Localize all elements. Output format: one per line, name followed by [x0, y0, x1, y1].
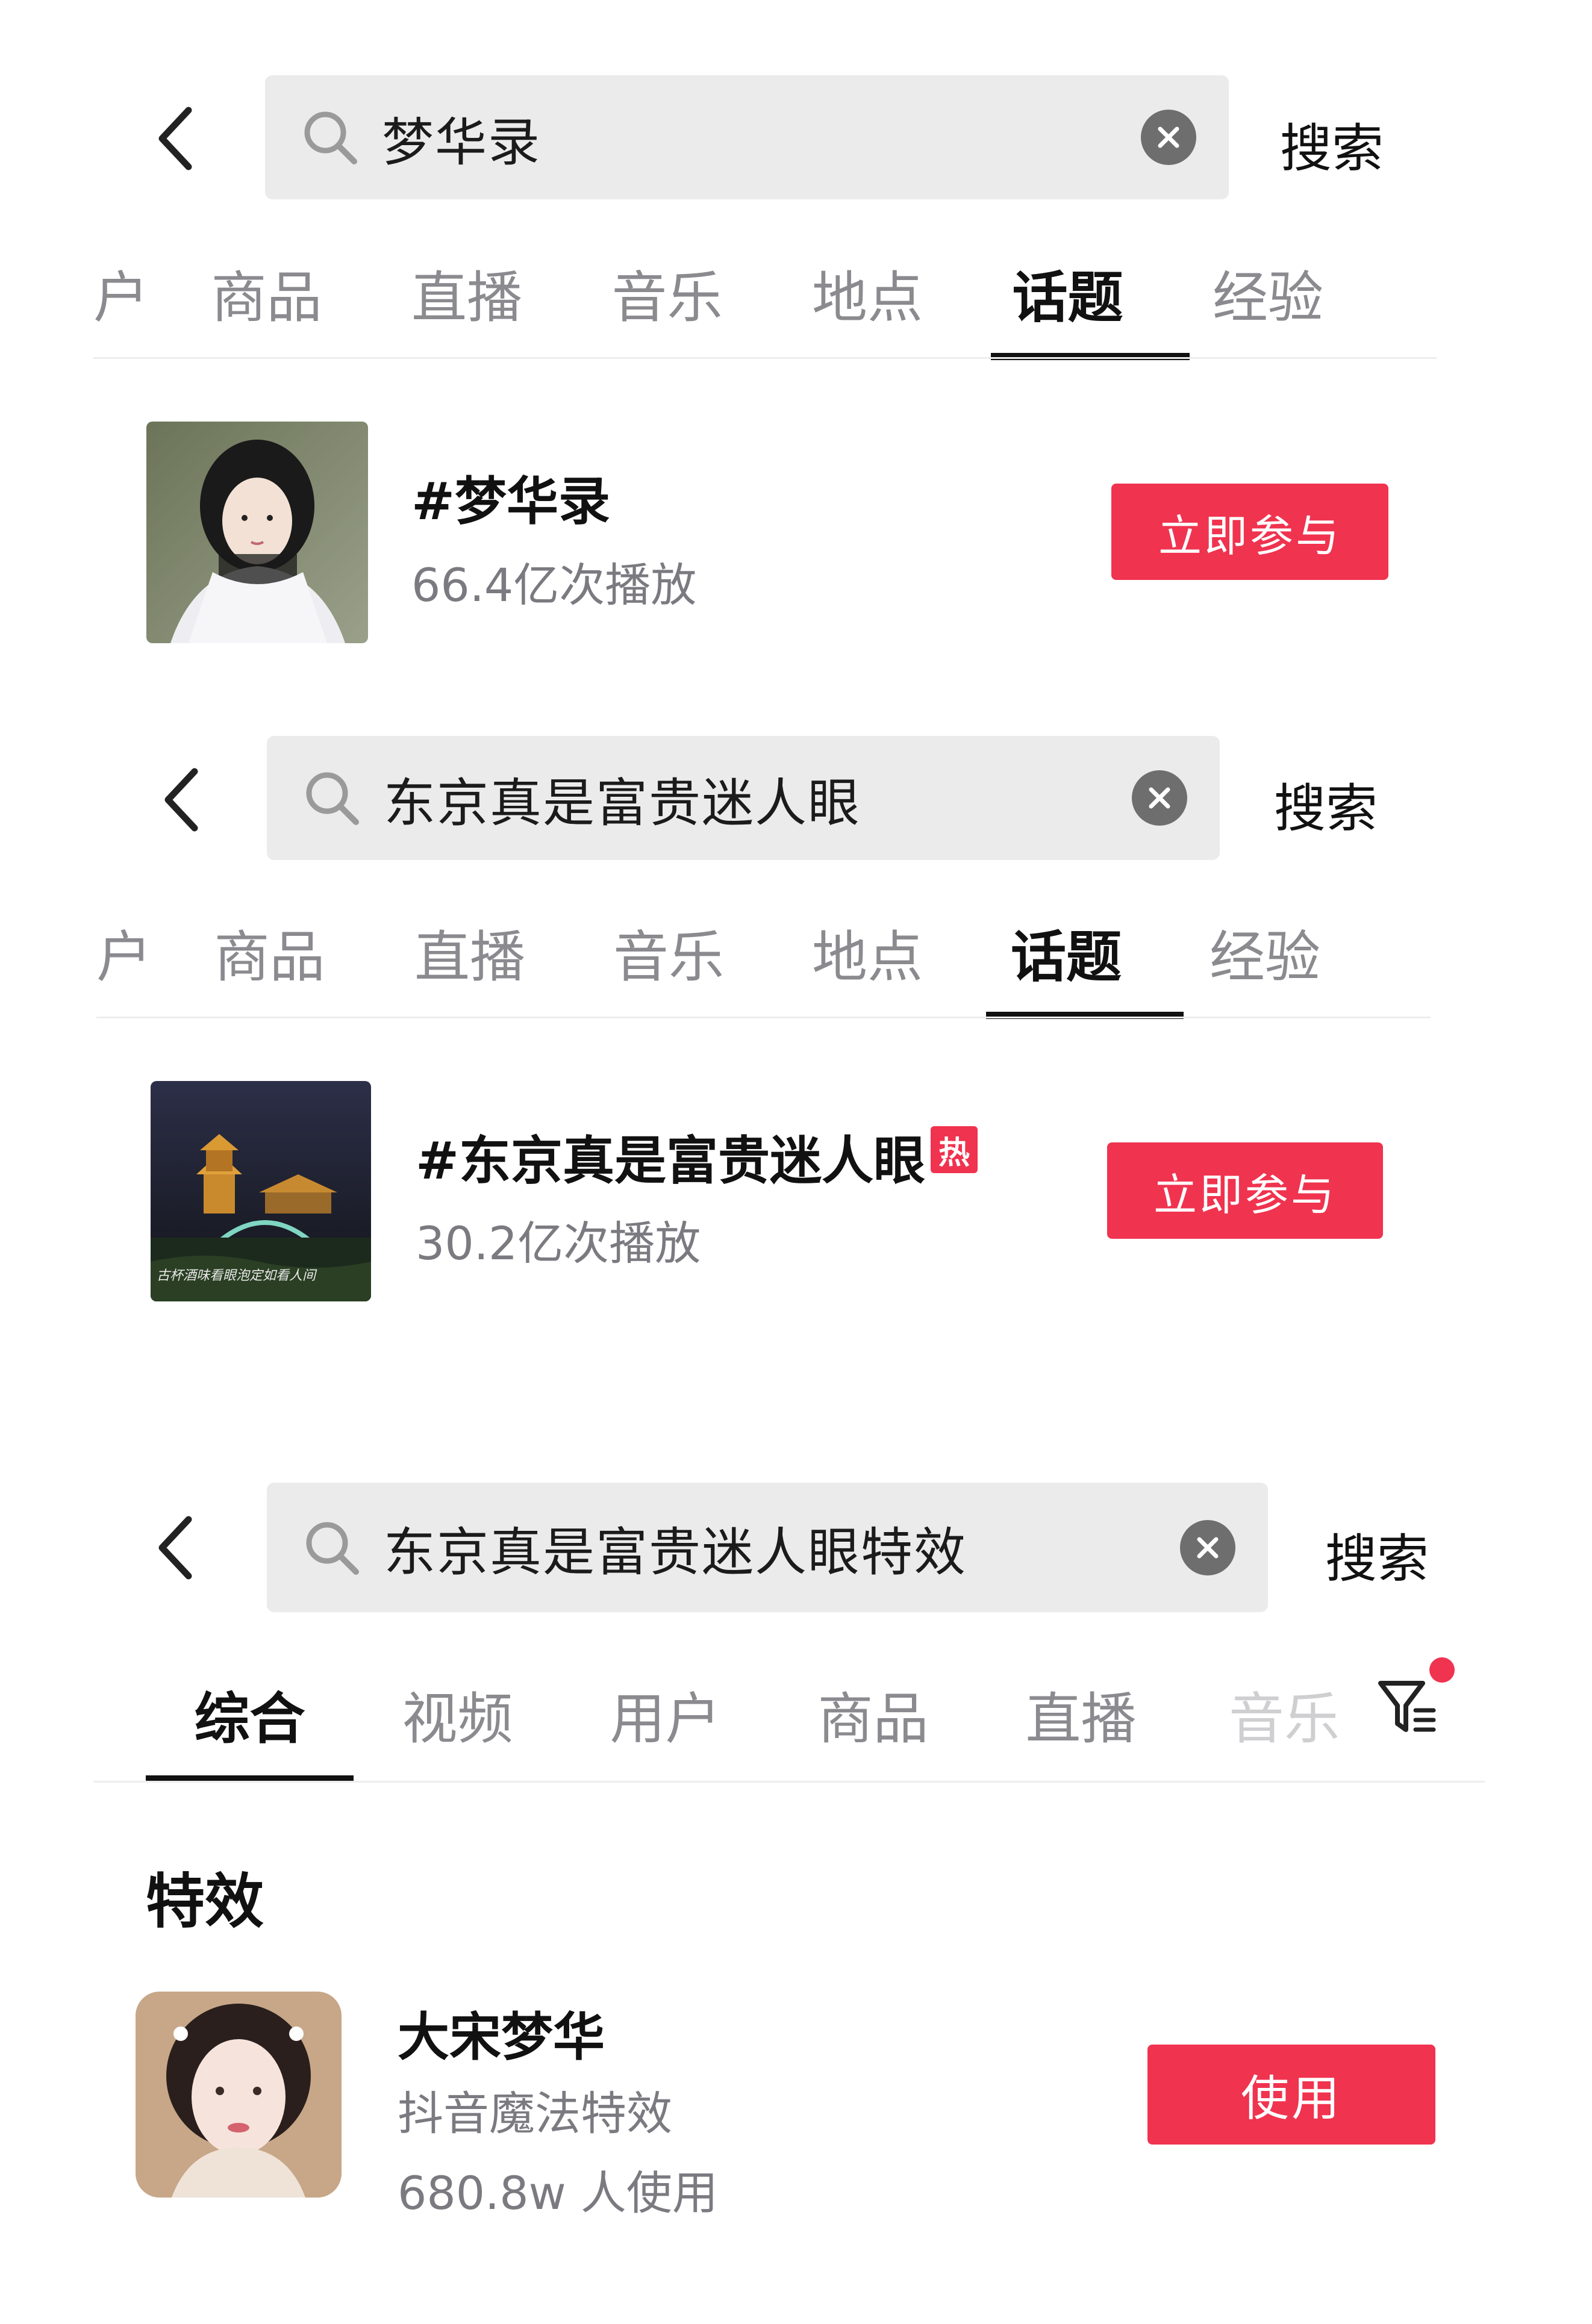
tab-overall[interactable]: 综合: [146, 1674, 354, 1754]
clear-icon[interactable]: [1132, 770, 1187, 826]
tab-music[interactable]: 音乐: [569, 912, 768, 992]
hot-badge: 热: [931, 1126, 978, 1173]
tab-products[interactable]: 商品: [166, 253, 367, 333]
tab-products[interactable]: 商品: [169, 912, 370, 992]
search-field[interactable]: 东京真是富贵迷人眼特效: [267, 1483, 1268, 1612]
search-button[interactable]: 搜索: [1325, 1516, 1429, 1592]
tab-bar: 户 商品 直播 音乐 地点 话题 经验: [93, 253, 1367, 333]
clear-icon[interactable]: [1141, 110, 1196, 165]
filter-icon[interactable]: [1375, 1674, 1441, 1740]
tab-divider: [93, 357, 1437, 359]
tab-divider: [93, 1781, 1485, 1783]
search-query[interactable]: 梦华录: [382, 100, 1141, 175]
search-field[interactable]: 东京真是富贵迷人眼: [267, 736, 1220, 860]
tab-live[interactable]: 直播: [367, 253, 566, 333]
search-query[interactable]: 东京真是富贵迷人眼特效: [384, 1510, 1180, 1585]
effect-source: 抖音魔法特效: [398, 2087, 672, 2140]
search-icon: [300, 107, 360, 167]
back-arrow-icon: [158, 1516, 192, 1580]
search-field[interactable]: 梦华录: [265, 75, 1229, 199]
tab-video[interactable]: 视频: [354, 1674, 561, 1754]
tab-live[interactable]: 直播: [977, 1674, 1185, 1754]
use-button[interactable]: 使用: [1147, 2045, 1435, 2145]
effect-title[interactable]: 大宋梦华: [398, 1995, 605, 2070]
effect-thumbnail[interactable]: [136, 1992, 342, 2198]
tab-topic[interactable]: 话题: [967, 253, 1169, 333]
back-arrow-icon: [164, 768, 198, 832]
join-button[interactable]: 立即参与: [1111, 484, 1388, 580]
tab-products[interactable]: 商品: [769, 1674, 977, 1754]
tab-music[interactable]: 音乐: [566, 253, 768, 333]
tab-bar: 户 商品 直播 音乐 地点 话题 经验: [96, 912, 1364, 992]
tab-experience[interactable]: 经验: [1166, 912, 1364, 992]
back-button[interactable]: [145, 1516, 205, 1580]
tab-divider: [96, 1017, 1431, 1018]
tab-user[interactable]: 户: [93, 253, 166, 333]
tab-place[interactable]: 地点: [768, 912, 967, 992]
tab-experience[interactable]: 经验: [1169, 253, 1367, 333]
tab-user[interactable]: 用户: [561, 1674, 769, 1754]
search-button[interactable]: 搜索: [1280, 106, 1384, 181]
search-query[interactable]: 东京真是富贵迷人眼: [384, 761, 1132, 836]
tab-topic[interactable]: 话题: [967, 912, 1166, 992]
topic-title[interactable]: #梦华录: [411, 459, 610, 534]
tab-music[interactable]: 音乐: [1185, 1674, 1384, 1754]
thumb-caption: 古杯酒味看眼泡定如看人间: [157, 1268, 317, 1283]
topic-thumbnail[interactable]: 古杯酒味看眼泡定如看人间: [151, 1081, 371, 1301]
search-button[interactable]: 搜索: [1274, 766, 1378, 841]
back-button[interactable]: [151, 768, 211, 832]
topic-title[interactable]: #东京真是富贵迷人眼: [416, 1118, 925, 1194]
join-button[interactable]: 立即参与: [1107, 1142, 1383, 1239]
topic-thumbnail[interactable]: [146, 422, 368, 643]
section-title: 特效: [146, 1868, 264, 1936]
notification-dot: [1429, 1657, 1455, 1683]
tab-place[interactable]: 地点: [768, 253, 967, 333]
search-icon: [302, 768, 362, 828]
tab-user[interactable]: 户: [96, 912, 169, 992]
topic-views: 30.2亿次播放: [416, 1217, 701, 1270]
back-button[interactable]: [145, 107, 205, 170]
clear-icon[interactable]: [1180, 1519, 1235, 1575]
topic-views: 66.4亿次播放: [411, 558, 697, 612]
effect-usage: 680.8w 人使用: [398, 2166, 718, 2220]
search-icon: [302, 1518, 362, 1578]
back-arrow-icon: [158, 107, 192, 170]
tab-live[interactable]: 直播: [370, 912, 569, 992]
active-tab-indicator: [991, 353, 1190, 360]
tab-bar: 综合 视频 用户 商品 直播 音乐: [146, 1674, 1384, 1754]
